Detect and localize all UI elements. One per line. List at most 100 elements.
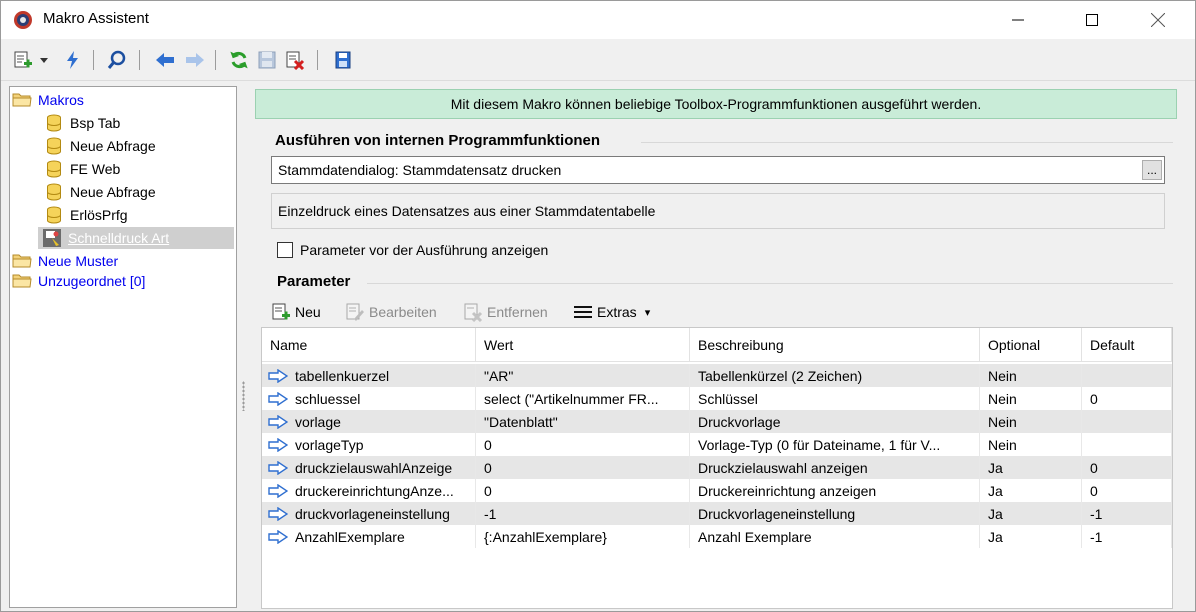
cell-name: tabellenkuerzel: [262, 364, 476, 387]
table-row[interactable]: tabellenkuerzel "AR" Tabellenkürzel (2 Zei…: [262, 364, 1172, 387]
column-header-beschreibung[interactable]: Beschreibung: [690, 328, 980, 362]
cell-text: Vorlage-Typ (0 für Dateiname, 1 für V...: [698, 436, 941, 453]
function-browse-button[interactable]: ...: [1142, 160, 1162, 180]
cell-text: druckereinrichtungAnze...: [295, 482, 454, 499]
cell-text: Nein: [988, 436, 1017, 453]
delete-icon: [463, 302, 483, 322]
cell-text: Nein: [988, 367, 1017, 384]
tree-label: ErlösPrfg: [70, 207, 128, 223]
table-row[interactable]: druckvorlageneinstellung -1 Druckvorlagene…: [262, 502, 1172, 525]
save-close-button[interactable]: [331, 48, 355, 72]
cell-optional: Nein: [980, 410, 1082, 433]
tree-node-makros[interactable]: Makros: [12, 89, 84, 111]
back-button[interactable]: [153, 48, 177, 72]
table-row[interactable]: druckzielauswahlAnzeige 0 Druckzielauswahl…: [262, 456, 1172, 479]
cell-optional: Ja: [980, 456, 1082, 479]
cell-text: -1: [1090, 528, 1103, 545]
function-description: Einzeldruck eines Datensatzes aus einer …: [271, 193, 1165, 229]
cell-wert: 0: [476, 479, 690, 502]
column-header-default[interactable]: Default: [1082, 328, 1172, 362]
new-button[interactable]: [11, 48, 35, 72]
column-header-optional[interactable]: Optional: [980, 328, 1082, 362]
tree-node-folder[interactable]: Neue Muster: [12, 250, 118, 272]
delete-button[interactable]: [283, 48, 307, 72]
cell-text: tabellenkuerzel: [295, 367, 390, 384]
tree-node-makro[interactable]: Neue Abfrage: [44, 135, 156, 157]
run-button[interactable]: [61, 48, 85, 72]
cell-optional: Nein: [980, 387, 1082, 410]
cell-text: 0: [484, 436, 492, 453]
cell-wert: {:AnzahlExemplare}: [476, 525, 690, 548]
function-value: Stammdatendialog: Stammdatensatz drucken: [278, 162, 562, 178]
param-edit-button[interactable]: Bearbeiten: [345, 300, 437, 324]
table-row[interactable]: vorlage "Datenblatt" Druckvorlage Nein: [262, 410, 1172, 433]
tree-label: FE Web: [70, 161, 121, 177]
cell-text: Druckereinrichtung anzeigen: [698, 482, 877, 499]
maximize-button[interactable]: [1069, 1, 1115, 39]
column-header-wert[interactable]: Wert: [476, 328, 690, 362]
tree-node-makro[interactable]: ErlösPrfg: [44, 204, 128, 226]
tree-node-makro[interactable]: Schnelldruck Art: [38, 227, 234, 249]
database-icon: [44, 113, 64, 133]
info-banner: Mit diesem Makro können beliebige Toolbo…: [255, 89, 1177, 119]
splitter-handle[interactable]: [242, 381, 245, 411]
folder-icon: [12, 251, 32, 271]
tree-node-makro[interactable]: Neue Abfrage: [44, 181, 156, 203]
refresh-button[interactable]: [227, 48, 251, 72]
database-icon: [44, 159, 64, 179]
cell-default: [1082, 433, 1172, 456]
param-remove-button[interactable]: Entfernen: [463, 300, 548, 324]
cell-text: Nein: [988, 413, 1017, 430]
tree-label: Unzugeordnet [0]: [38, 273, 146, 289]
parameter-grid: Name Wert Beschreibung Optional Default tabe…: [261, 327, 1173, 609]
cell-text: Druckvorlage: [698, 413, 781, 430]
cell-text: Schlüssel: [698, 390, 758, 407]
cell-name: vorlage: [262, 410, 476, 433]
menu-icon: [573, 302, 593, 322]
refresh-icon: [230, 51, 248, 69]
tree-node-makro[interactable]: Bsp Tab: [44, 112, 120, 134]
cell-default: 0: [1082, 387, 1172, 410]
close-button[interactable]: [1135, 1, 1181, 39]
cell-default: [1082, 364, 1172, 387]
tree-node-folder[interactable]: Unzugeordnet [0]: [12, 270, 145, 292]
database-icon: [44, 182, 64, 202]
function-field[interactable]: Stammdatendialog: Stammdatensatz drucken…: [271, 156, 1165, 184]
search-button[interactable]: [105, 48, 129, 72]
save-button[interactable]: [255, 48, 279, 72]
table-row[interactable]: schluessel select ("Artikelnummer FR... Sc…: [262, 387, 1172, 410]
minimize-icon: [1012, 19, 1024, 21]
column-header-name[interactable]: Name: [262, 328, 476, 362]
table-row[interactable]: AnzahlExemplare {:AnzahlExemplare} Anzahl …: [262, 525, 1172, 548]
new-dropdown-button[interactable]: [37, 48, 51, 72]
cell-name: AnzahlExemplare: [262, 525, 476, 548]
table-row[interactable]: vorlageTyp 0 Vorlage-Typ (0 für Dateiname,…: [262, 433, 1172, 456]
minimize-button[interactable]: [995, 1, 1041, 39]
cell-wert: "Datenblatt": [476, 410, 690, 433]
cell-default: -1: [1082, 525, 1172, 548]
cell-text: Nein: [988, 390, 1017, 407]
param-edit-label: Bearbeiten: [369, 304, 437, 320]
param-extras-button[interactable]: Extras ▾: [573, 300, 650, 324]
tree-node-makro[interactable]: FE Web: [44, 158, 120, 180]
param-new-button[interactable]: Neu: [271, 300, 321, 324]
show-params-option[interactable]: Parameter vor der Ausführung anzeigen: [277, 239, 548, 261]
table-row[interactable]: druckereinrichtungAnze... 0 Druckereinrich…: [262, 479, 1172, 502]
cell-beschreibung: Vorlage-Typ (0 für Dateiname, 1 für V...: [690, 433, 980, 456]
parameter-arrow-icon: [268, 482, 290, 500]
cell-text: Ja: [988, 528, 1003, 545]
main-toolbar: [1, 39, 1195, 81]
parameter-arrow-icon: [268, 390, 290, 408]
tree-label: Bsp Tab: [70, 115, 121, 131]
cell-text: 0: [1090, 459, 1098, 476]
function-description-text: Einzeldruck eines Datensatzes aus einer …: [278, 203, 656, 219]
new-document-icon: [14, 51, 32, 68]
save-close-icon: [335, 51, 351, 69]
show-params-checkbox[interactable]: [277, 242, 293, 258]
cell-beschreibung: Druckereinrichtung anzeigen: [690, 479, 980, 502]
cell-text: 0: [1090, 390, 1098, 407]
delete-icon: [286, 51, 305, 70]
param-group-title: Parameter: [277, 273, 351, 290]
forward-button[interactable]: [183, 48, 207, 72]
app-logo-icon: [13, 10, 33, 30]
